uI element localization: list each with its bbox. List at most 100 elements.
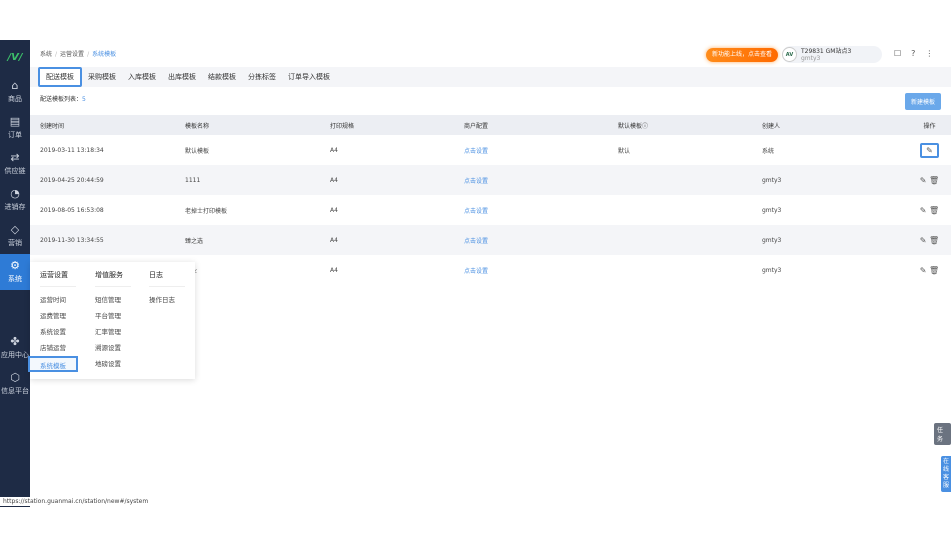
inventory-icon: ◔	[10, 187, 20, 200]
menu-group-title: 运营设置	[40, 270, 76, 287]
creator: gmty3	[762, 206, 782, 214]
new-template-button[interactable]: 新建模板	[904, 93, 941, 110]
column-header: 默认模板ⓘ	[608, 115, 752, 135]
cube-icon: ⬡	[10, 371, 20, 384]
delete-icon[interactable]: 🗑	[929, 266, 939, 275]
tab-4[interactable]: 结款模板	[202, 67, 242, 87]
column-header: 创建人	[752, 115, 908, 135]
tag-icon: ◇	[10, 223, 20, 236]
default-flag	[608, 165, 752, 195]
default-flag	[608, 195, 752, 225]
tab-6[interactable]: 订单导入模板	[282, 67, 336, 87]
config-link[interactable]: 点击设置	[464, 268, 488, 275]
edit-icon[interactable]: ✎	[920, 206, 927, 215]
table-row: 2019-08-05 16:53:08 老掉士打印模板 A4 点击设置 gmty3 ✎ 🗑	[30, 195, 951, 225]
creator: 系统	[762, 147, 775, 155]
user-menu[interactable]: AV T29831 GM站点3 gmty3	[782, 46, 882, 63]
print-size: A4	[330, 146, 338, 154]
help-icon[interactable]: ?	[911, 49, 915, 58]
sidebar-item-label: 信息平台	[1, 387, 29, 395]
order-icon: ▤	[9, 115, 21, 128]
print-size: A4	[320, 165, 454, 195]
tab-5[interactable]: 分拣标签	[242, 67, 282, 87]
delete-icon[interactable]: 🗑	[929, 206, 939, 215]
sidebar-item-label: 系统	[8, 275, 22, 283]
message-icon[interactable]: ☐	[894, 49, 901, 58]
menu-item[interactable]: 短信管理	[95, 292, 131, 308]
sidebar-item-label: 进销存	[4, 203, 26, 211]
app: /V/ ⌂ 商品 ▤ 订单 ⇄ 供应链 ◔ 进销存 ◇ 营销 ⚙ 系统 ✤ 应用中心 ⬡ 信息平台 系统 / 运营…	[0, 40, 951, 507]
delete-icon[interactable]: 🗑	[929, 236, 939, 245]
menu-item[interactable]: 系统设置	[40, 324, 78, 340]
edit-icon[interactable]: ✎	[920, 142, 939, 158]
table-row: 2019-04-25 20:44:59 1111 A4 点击设置 gmty3 ✎ 🗑	[30, 165, 951, 195]
sidebar-item-label: 商品	[8, 95, 22, 103]
template-name: 1111	[175, 165, 320, 195]
delete-icon[interactable]: 🗑	[929, 176, 939, 185]
sidebar-item-4[interactable]: ◇ 营销	[0, 218, 30, 254]
sidebar: /V/ ⌂ 商品 ▤ 订单 ⇄ 供应链 ◔ 进销存 ◇ 营销 ⚙ 系统 ✤ 应用中心 ⬡ 信息平台	[0, 40, 30, 507]
menu-item[interactable]: 溯源设置	[95, 340, 131, 356]
user-sub: gmty3	[801, 54, 821, 62]
print-size: A4	[330, 206, 338, 214]
task-button[interactable]: 任务	[934, 423, 951, 445]
bag-icon: ⌂	[11, 79, 19, 92]
column-header: 创建时间	[30, 115, 175, 135]
print-size: A4	[330, 266, 338, 274]
column-header: 商户配置	[454, 115, 608, 135]
sidebar-item-0[interactable]: ⌂ 商品	[0, 74, 30, 110]
default-flag: 默认	[618, 147, 631, 155]
sidebar-item-1[interactable]: ▤ 订单	[0, 110, 30, 146]
sidebar-item-3[interactable]: ◔ 进销存	[0, 182, 30, 218]
template-name: 默认模板	[185, 147, 210, 155]
template-count: 配送模板列表：5	[40, 96, 86, 103]
tab-1[interactable]: 采购模板	[82, 67, 122, 87]
menu-item[interactable]: 运营时间	[40, 292, 78, 308]
created-time: 2019-03-11 13:18:34	[40, 146, 104, 154]
creator: gmty3	[752, 165, 908, 195]
config-link[interactable]: 点击设置	[464, 148, 488, 155]
menu-item[interactable]: 店铺运营	[40, 340, 78, 356]
breadcrumb-system[interactable]: 系统	[40, 51, 52, 58]
template-name: 老掉士打印模板	[185, 207, 228, 215]
more-icon[interactable]: ⋮	[925, 49, 933, 58]
sidebar-item-2[interactable]: ⇄ 供应链	[0, 146, 30, 182]
sidebar-item-5[interactable]: ⚙ 系统	[0, 254, 30, 290]
config-link[interactable]: 点击设置	[464, 208, 488, 215]
promo-button[interactable]: 新功能上线，点击查看	[706, 48, 779, 62]
sidebar-item-label: 供应链	[4, 167, 26, 175]
sidebar-item-label: 应用中心	[1, 351, 29, 359]
breadcrumb: 系统 / 运营设置 / 系统模板	[40, 51, 117, 58]
apps-icon: ✤	[10, 335, 20, 348]
tab-3[interactable]: 出库模板	[162, 67, 202, 87]
exchange-icon: ⇄	[10, 151, 20, 164]
menu-item[interactable]: 汇率管理	[95, 324, 131, 340]
gear-icon: ⚙	[10, 259, 20, 272]
sidebar-item-6[interactable]: ✤ 应用中心	[0, 330, 30, 366]
tab-0[interactable]: 配送模板	[38, 67, 82, 87]
menu-item[interactable]: 操作日志	[149, 292, 185, 308]
menu-group-title: 日志	[149, 270, 185, 287]
config-link[interactable]: 点击设置	[464, 238, 488, 245]
edit-icon[interactable]: ✎	[920, 266, 927, 275]
customer-service-button[interactable]: 在线客服	[941, 456, 951, 492]
logo: /V/	[7, 51, 23, 63]
menu-item[interactable]: 地磅设置	[95, 356, 131, 372]
creator: gmty3	[752, 225, 908, 255]
created-time: 2019-11-30 13:34:55	[30, 225, 175, 255]
menu-item[interactable]: 系统模板	[28, 356, 78, 372]
tab-bar: 配送模板 采购模板 入库模板 出库模板 结款模板 分拣标签 订单导入模板	[30, 67, 951, 87]
tab-2[interactable]: 入库模板	[122, 67, 162, 87]
template-name: 农业	[175, 255, 320, 285]
breadcrumb-ops[interactable]: 运营设置	[60, 51, 84, 58]
menu-item[interactable]: 平台管理	[95, 308, 131, 324]
avatar: AV	[782, 47, 797, 62]
edit-icon[interactable]: ✎	[920, 176, 927, 185]
template-name: 臻之选	[175, 225, 320, 255]
default-flag	[608, 225, 752, 255]
menu-item[interactable]: 运费管理	[40, 308, 78, 324]
sidebar-item-7[interactable]: ⬡ 信息平台	[0, 366, 30, 402]
edit-icon[interactable]: ✎	[920, 236, 927, 245]
table-row: 2019-11-30 13:34:55 臻之选 A4 点击设置 gmty3 ✎ 🗑	[30, 225, 951, 255]
config-link[interactable]: 点击设置	[464, 178, 488, 185]
